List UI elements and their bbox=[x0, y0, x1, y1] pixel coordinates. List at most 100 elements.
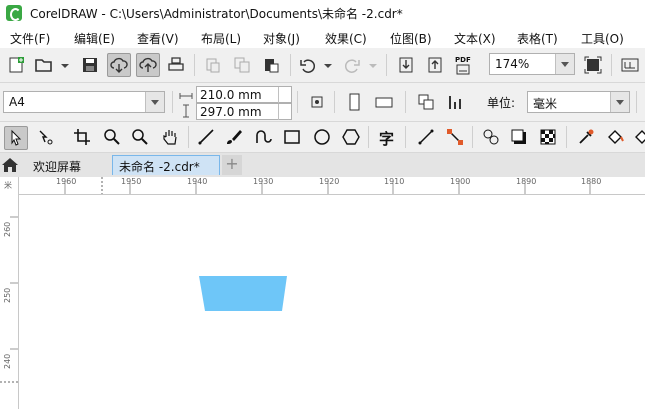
title-bar: CorelDRAW - C:\Users\Administrator\Docum… bbox=[0, 0, 645, 26]
menu-text[interactable]: 文本(X) bbox=[454, 30, 496, 47]
redo-dropdown-icon[interactable] bbox=[369, 64, 377, 68]
menu-object[interactable]: 对象(J) bbox=[263, 30, 300, 47]
ruler-tick-label: 1880 bbox=[581, 177, 602, 186]
standard-toolbar: PDF 174% bbox=[0, 48, 645, 83]
shape-tool-icon[interactable] bbox=[35, 127, 55, 147]
menu-edit[interactable]: 编辑(E) bbox=[74, 30, 115, 47]
ruler-tick-label: 1950 bbox=[121, 177, 142, 186]
eyedropper-icon[interactable] bbox=[576, 127, 596, 147]
pan-hand-icon[interactable] bbox=[160, 127, 180, 147]
menu-tools[interactable]: 工具(O) bbox=[581, 30, 624, 47]
parallel-dimension-icon[interactable] bbox=[416, 127, 436, 147]
vertical-ruler[interactable]: 米 260 250 240 bbox=[0, 177, 19, 409]
menu-file[interactable]: 文件(F) bbox=[10, 30, 50, 47]
chevron-down-icon[interactable] bbox=[145, 92, 164, 112]
freehand-tool-icon[interactable] bbox=[196, 127, 216, 147]
interactive-fill-icon[interactable] bbox=[605, 127, 625, 147]
menu-bitmaps[interactable]: 位图(B) bbox=[390, 30, 432, 47]
publish-pdf-icon[interactable]: PDF bbox=[454, 56, 474, 76]
toolbar-separator bbox=[172, 91, 173, 113]
ruler-tick-label: 1900 bbox=[450, 177, 471, 186]
page-height-input[interactable]: 297.0 mm bbox=[196, 103, 292, 120]
toolbar-separator bbox=[188, 126, 189, 148]
spin-down-icon[interactable] bbox=[278, 112, 291, 120]
page-orientation-center-icon[interactable] bbox=[307, 92, 327, 112]
toolbar-separator bbox=[405, 91, 406, 113]
units-value: 毫米 bbox=[533, 97, 558, 111]
tab-welcome-screen[interactable]: 欢迎屏幕 bbox=[24, 155, 110, 175]
page-width-value: 210.0 mm bbox=[200, 88, 262, 102]
options-icon[interactable] bbox=[620, 55, 640, 75]
print-icon[interactable] bbox=[166, 55, 186, 75]
ruler-tick-label: 1960 bbox=[56, 177, 77, 186]
full-screen-icon[interactable] bbox=[583, 55, 603, 75]
import-icon[interactable] bbox=[396, 55, 416, 75]
new-tab-button[interactable]: + bbox=[222, 155, 242, 175]
toolbox: 字 bbox=[0, 122, 645, 153]
page-height-icon bbox=[178, 103, 194, 119]
menu-view[interactable]: 查看(V) bbox=[137, 30, 179, 47]
artistic-media-icon[interactable] bbox=[224, 127, 244, 147]
zoom-tool-icon[interactable] bbox=[102, 127, 122, 147]
coreldraw-logo-icon bbox=[6, 5, 22, 21]
portrait-icon[interactable] bbox=[344, 92, 364, 112]
new-document-icon[interactable] bbox=[6, 55, 26, 75]
units-select[interactable]: 毫米 bbox=[527, 91, 630, 113]
chevron-down-icon[interactable] bbox=[610, 92, 629, 112]
toolbar-separator bbox=[611, 54, 612, 76]
trapezoid-shape[interactable] bbox=[199, 276, 287, 311]
open-folder-icon[interactable] bbox=[34, 55, 54, 75]
cut-icon[interactable] bbox=[203, 55, 223, 75]
toolbar-separator bbox=[334, 91, 335, 113]
undo-dropdown-icon[interactable] bbox=[324, 64, 332, 68]
page-width-icon bbox=[178, 86, 194, 102]
landscape-icon[interactable] bbox=[374, 92, 394, 112]
ruler-tick-label: 260 bbox=[3, 221, 12, 237]
current-page-icon[interactable] bbox=[446, 92, 466, 112]
export-icon[interactable] bbox=[425, 55, 445, 75]
crop-tool-icon[interactable] bbox=[72, 127, 92, 147]
spin-down-icon[interactable] bbox=[278, 95, 291, 103]
redo-icon[interactable] bbox=[342, 55, 362, 75]
blend-tool-icon[interactable] bbox=[481, 127, 501, 147]
ellipse-tool-icon[interactable] bbox=[312, 127, 332, 147]
toolbar-separator bbox=[368, 126, 369, 148]
pick-tool-icon[interactable] bbox=[4, 126, 28, 150]
smart-fill-icon[interactable] bbox=[632, 127, 645, 147]
chevron-down-icon[interactable] bbox=[555, 54, 574, 74]
undo-icon[interactable] bbox=[298, 55, 318, 75]
page-width-input[interactable]: 210.0 mm bbox=[196, 86, 292, 103]
connector-tool-icon[interactable] bbox=[445, 127, 465, 147]
toolbar-separator bbox=[194, 54, 195, 76]
rectangle-tool-icon[interactable] bbox=[282, 127, 302, 147]
open-dropdown-icon[interactable] bbox=[61, 64, 69, 68]
menu-layout[interactable]: 布局(L) bbox=[201, 30, 241, 47]
page-size-value: A4 bbox=[9, 95, 25, 109]
polygon-tool-icon[interactable] bbox=[341, 127, 361, 147]
menu-effects[interactable]: 效果(C) bbox=[325, 30, 367, 47]
drop-shadow-icon[interactable] bbox=[509, 127, 529, 147]
cloud-upload-icon[interactable] bbox=[136, 53, 160, 77]
menu-table[interactable]: 表格(T) bbox=[517, 30, 558, 47]
tab-document[interactable]: 未命名 -2.cdr* bbox=[112, 155, 220, 175]
transparency-icon[interactable] bbox=[538, 127, 558, 147]
drawing-canvas[interactable] bbox=[19, 195, 645, 409]
spin-up-icon[interactable] bbox=[278, 87, 291, 95]
text-tool-icon[interactable]: 字 bbox=[379, 128, 394, 149]
copy-icon[interactable] bbox=[232, 55, 252, 75]
zoom-level-select[interactable]: 174% bbox=[489, 53, 575, 75]
pan-zoom-icon[interactable] bbox=[130, 127, 150, 147]
paste-icon[interactable] bbox=[261, 55, 281, 75]
toolbar-separator bbox=[566, 126, 567, 148]
page-size-select[interactable]: A4 bbox=[3, 91, 165, 113]
curve-tool-icon[interactable] bbox=[253, 127, 273, 147]
cloud-download-icon[interactable] bbox=[107, 53, 131, 77]
horizontal-ruler[interactable]: 1960 1950 1940 1930 1920 1910 1900 1890 … bbox=[18, 177, 645, 195]
save-icon[interactable] bbox=[80, 55, 100, 75]
ruler-tick-label: 240 bbox=[3, 353, 12, 369]
home-icon[interactable] bbox=[0, 155, 20, 175]
all-pages-icon[interactable] bbox=[416, 92, 436, 112]
ruler-tick-label: 1940 bbox=[187, 177, 208, 186]
window-title: CorelDRAW - C:\Users\Administrator\Docum… bbox=[30, 7, 403, 21]
spin-up-icon[interactable] bbox=[278, 104, 291, 112]
